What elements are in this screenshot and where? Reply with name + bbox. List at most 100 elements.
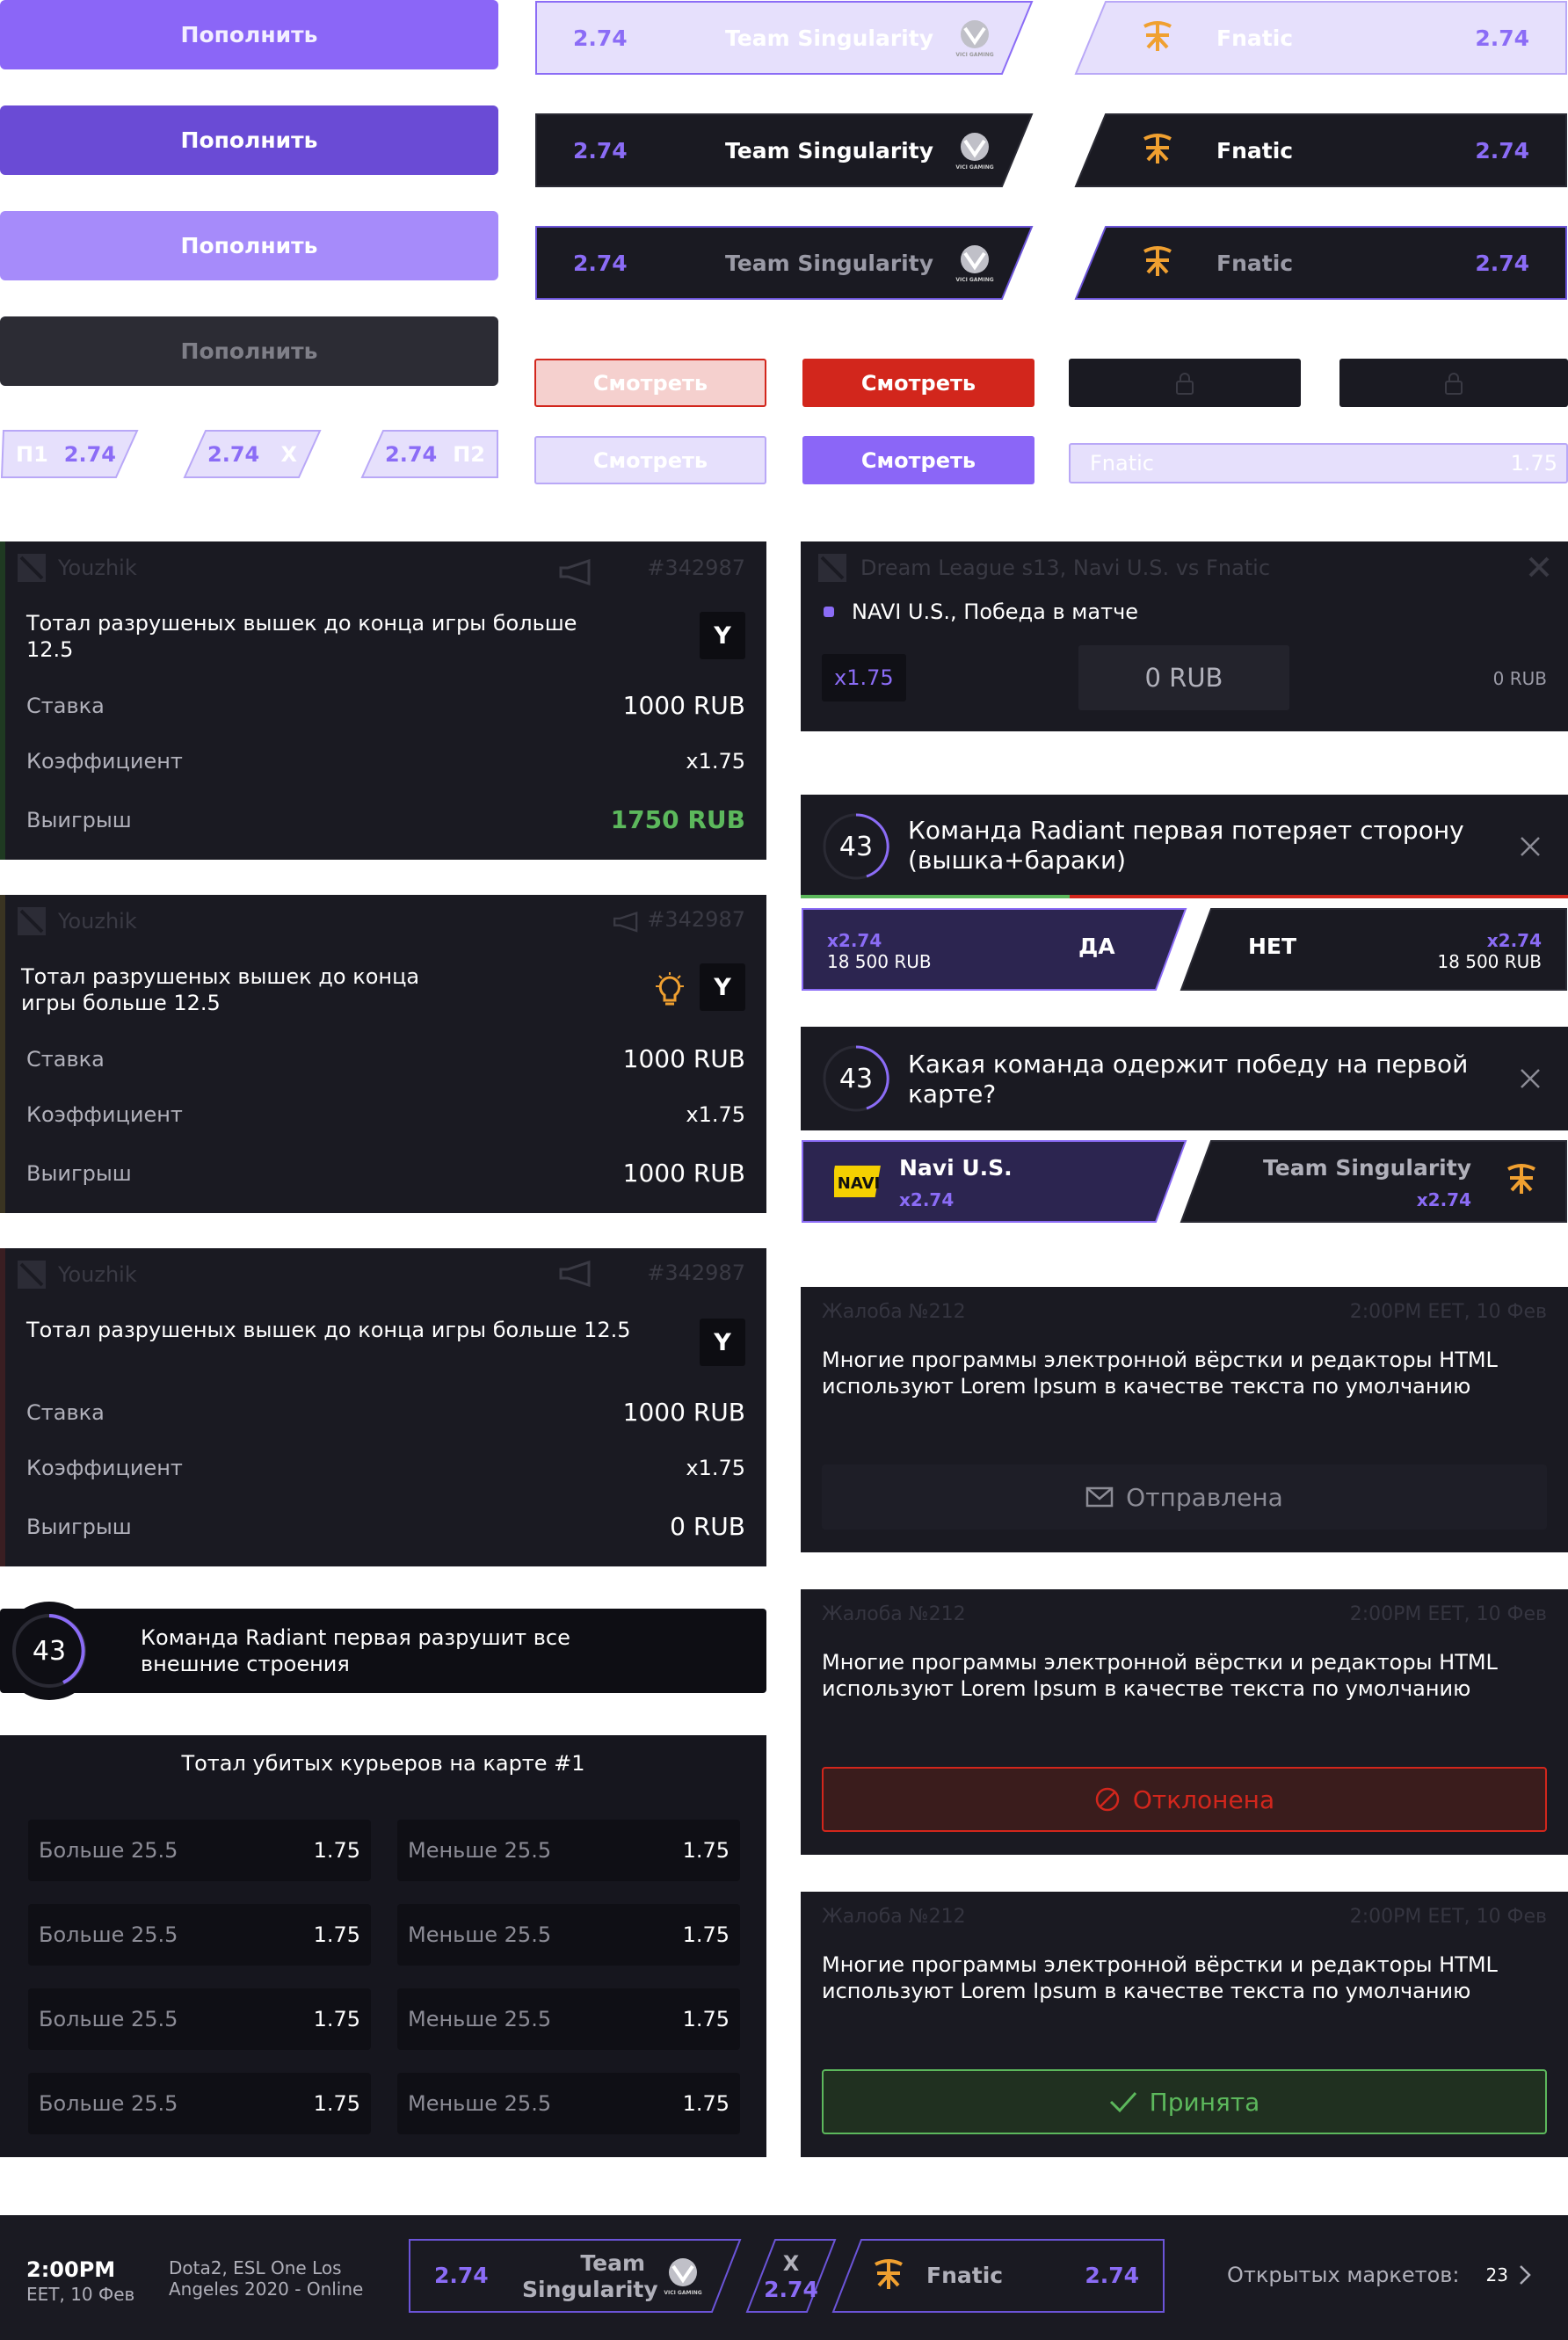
- answer-yes-button[interactable]: x2.74 18 500 RUB ДА: [801, 907, 1187, 992]
- market-option[interactable]: Меньше 25.5 1.75: [397, 1820, 740, 1881]
- market-option[interactable]: Больше 25.5 1.75: [28, 1988, 371, 2050]
- outcome-pill-p1[interactable]: П1 2.74: [0, 429, 139, 479]
- topup-button-pressed[interactable]: Пополнить: [0, 211, 498, 280]
- status-accepted-button[interactable]: Принята: [822, 2069, 1547, 2134]
- match-team-b-button[interactable]: Fnatic 2.74: [831, 2238, 1165, 2314]
- market-option[interactable]: Меньше 25.5 1.75: [397, 1988, 740, 2050]
- answer-team-b-button[interactable]: Team Singularity x2.74: [1180, 1139, 1568, 1224]
- team-b-odds-button-selected[interactable]: Fnatic 2.74: [1074, 225, 1568, 301]
- complaint-date: 2:00PM EET, 10 Фев: [1349, 1906, 1547, 1928]
- team-b-odds: 2.74: [1475, 250, 1529, 276]
- topup-button-default[interactable]: Пополнить: [0, 0, 498, 69]
- match-event: Dota2, ESL One Los Angeles 2020 - Online: [169, 2257, 364, 2300]
- market-label: Меньше 25.5: [408, 1922, 552, 1947]
- fnatic-logo-icon: [875, 2259, 903, 2289]
- team-b-odds-button[interactable]: Fnatic 2.74: [1074, 113, 1568, 188]
- status-sent-button[interactable]: Отправлена: [822, 1464, 1547, 1530]
- coupon-selection: NAVI U.S., Победа в матче: [852, 600, 1139, 624]
- pill-label: X: [280, 441, 297, 467]
- market-option[interactable]: Больше 25.5 1.75: [28, 1820, 371, 1881]
- watch-button-purple[interactable]: Смотреть: [802, 436, 1034, 484]
- answer-badge: Y: [700, 612, 745, 659]
- locked-button[interactable]: [1069, 359, 1301, 407]
- bet-card-won: Youzhik #342987 Тотал разрушеных вышек д…: [0, 541, 766, 860]
- bet-user: Youzhik: [58, 556, 137, 580]
- market-option[interactable]: Меньше 25.5 1.75: [397, 1904, 740, 1966]
- match-draw-button[interactable]: X 2.74: [745, 2238, 837, 2314]
- team-a-name: Team Singularity: [725, 250, 933, 276]
- bet-user: Youzhik: [58, 909, 137, 934]
- market-option[interactable]: Меньше 25.5 1.75: [397, 2073, 740, 2134]
- topup-label: Пополнить: [180, 22, 318, 47]
- fnatic-logo-icon: [1143, 21, 1172, 51]
- answer-team-a-button[interactable]: NAVI Navi U.S. x2.74: [801, 1139, 1187, 1224]
- topup-label: Пополнить: [180, 127, 318, 153]
- svg-text:VICI GAMING: VICI GAMING: [955, 164, 993, 171]
- question-text: Команда Radiant первая потеряет сторону …: [908, 816, 1464, 875]
- megaphone-icon[interactable]: [557, 1259, 598, 1287]
- close-icon[interactable]: [1528, 556, 1550, 578]
- market-odds: 1.75: [313, 1838, 360, 1863]
- svg-text:VICI GAMING: VICI GAMING: [955, 52, 993, 58]
- yes-odds: x2.74: [827, 930, 882, 951]
- match-team-a-button[interactable]: 2.74 Team Singularity VICI GAMING: [408, 2238, 742, 2314]
- topup-button-disabled[interactable]: Пополнить: [0, 316, 498, 386]
- outcome-pill-p2[interactable]: 2.74 П2: [360, 429, 499, 479]
- coef-value: x1.75: [686, 749, 745, 774]
- win-label: Выигрыш: [26, 1160, 132, 1186]
- watch-button-purple-disabled[interactable]: Смотреть: [534, 436, 766, 484]
- watch-button-red[interactable]: Смотреть: [802, 359, 1034, 407]
- market-option[interactable]: Больше 25.5 1.75: [28, 1904, 371, 1966]
- dota2-icon: [18, 554, 46, 582]
- svg-text:VICI GAMING: VICI GAMING: [955, 277, 993, 283]
- match-odds-a: 2.74: [434, 2263, 489, 2288]
- bet-card-lost: Youzhik #342987 Тотал разрушеных вышек д…: [0, 1248, 766, 1566]
- status-label: Отправлена: [1126, 1482, 1283, 1512]
- close-icon[interactable]: [1519, 835, 1542, 858]
- vici-gaming-logo-icon: VICI GAMING: [955, 133, 994, 171]
- status-rejected-button[interactable]: Отклонена: [822, 1767, 1547, 1832]
- outcome-pill-x[interactable]: 2.74 X: [183, 429, 322, 479]
- bet-user: Youzhik: [58, 1262, 137, 1287]
- close-icon[interactable]: [1519, 1067, 1542, 1090]
- market-odds: 1.75: [313, 2091, 360, 2116]
- match-bar[interactable]: 2:00PM EET, 10 Фев Dota2, ESL One Los Ang…: [0, 2215, 1568, 2340]
- watch-button-red-disabled[interactable]: Смотреть: [534, 359, 766, 407]
- locked-button[interactable]: [1339, 359, 1568, 407]
- team-a-name: Team Singularity: [725, 137, 933, 164]
- open-markets-link[interactable]: Открытых маркетов: 23: [1227, 2263, 1531, 2287]
- team-a-odds: 2.74: [573, 25, 628, 51]
- market-odds: 1.75: [682, 2091, 730, 2116]
- team-a-odds-button-disabled[interactable]: 2.74 Team Singularity VICI GAMING: [534, 0, 1034, 76]
- fnatic-odds-field[interactable]: Fnatic 1.75: [1069, 443, 1568, 483]
- stake-input[interactable]: 0 RUB: [1078, 645, 1289, 710]
- megaphone-icon[interactable]: [612, 907, 643, 935]
- dota2-icon: [818, 554, 846, 582]
- watch-label: Смотреть: [592, 370, 708, 396]
- pill-odds: 2.74: [207, 441, 260, 467]
- megaphone-icon[interactable]: [557, 557, 598, 585]
- countdown-value: 43: [838, 1063, 874, 1094]
- market-option[interactable]: Больше 25.5 1.75: [28, 2073, 371, 2134]
- countdown-value: 43: [838, 831, 874, 862]
- market-label: Больше 25.5: [39, 2007, 178, 2031]
- team-b-name: Fnatic: [1216, 25, 1294, 51]
- market-odds: 1.75: [313, 2007, 360, 2031]
- lock-icon: [1445, 372, 1463, 395]
- win-label: Выигрыш: [26, 807, 132, 832]
- fnatic-logo-icon: [1143, 246, 1172, 276]
- answer-no-button[interactable]: НЕТ x2.74 18 500 RUB: [1180, 907, 1568, 992]
- team-a-odds-button-selected[interactable]: 2.74 Team Singularity VICI GAMING: [534, 225, 1034, 301]
- timer-banner[interactable]: 43 Команда Radiant первая разрушит все в…: [0, 1602, 766, 1700]
- complaint-text: Многие программы электронной вёрстки и р…: [822, 1348, 1498, 1399]
- status-label: Принята: [1149, 2087, 1260, 2117]
- team-b-odds: 2.74: [1475, 25, 1529, 51]
- match-odds-b: 2.74: [1085, 2263, 1139, 2288]
- countdown-value: 43: [32, 1635, 67, 1667]
- coupon-payout: 0 RUB: [1492, 668, 1547, 689]
- open-markets-count: 23: [1485, 2264, 1508, 2285]
- team-a-odds-button[interactable]: 2.74 Team Singularity VICI GAMING: [534, 113, 1034, 188]
- topup-label: Пополнить: [180, 233, 318, 258]
- topup-button-hover[interactable]: Пополнить: [0, 105, 498, 175]
- team-b-odds-button-disabled[interactable]: Fnatic 2.74: [1074, 0, 1568, 76]
